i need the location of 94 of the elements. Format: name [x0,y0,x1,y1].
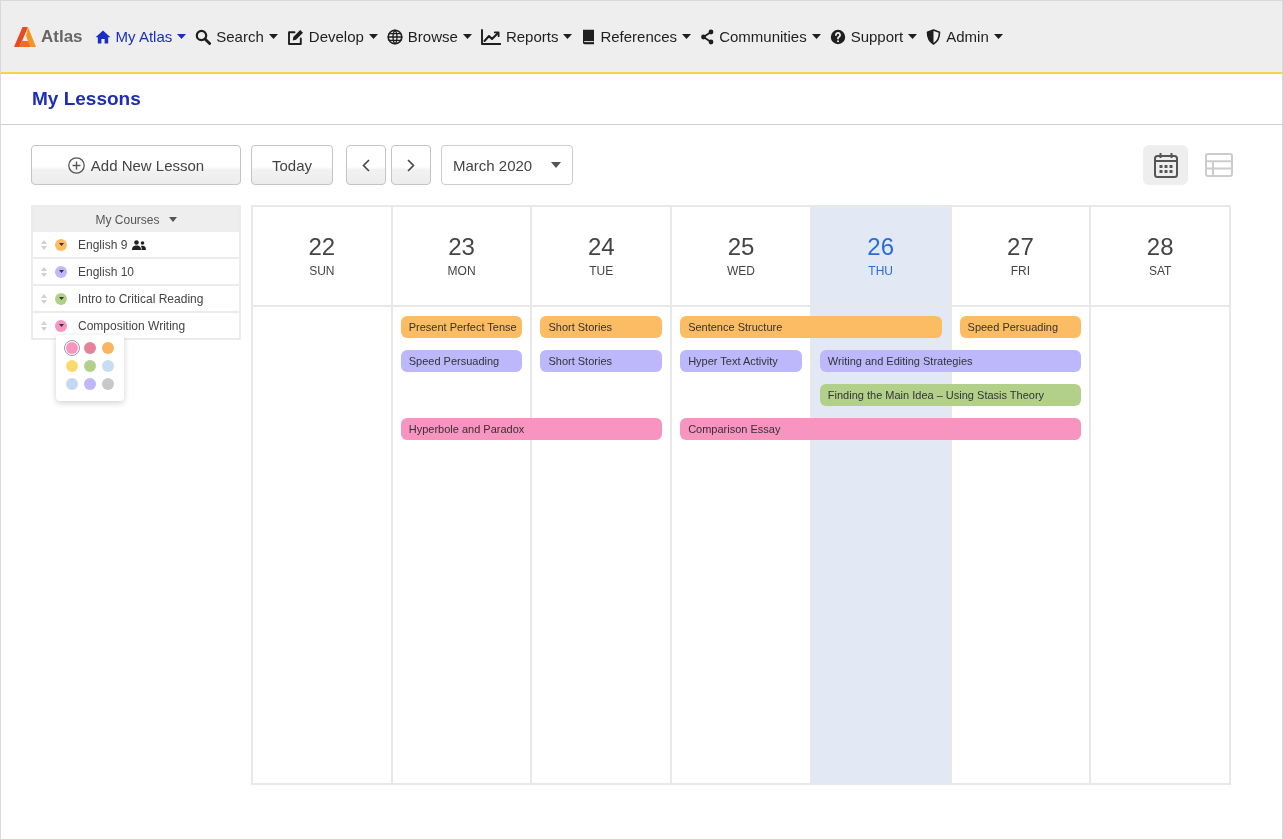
course-item[interactable]: Intro to Critical Reading [33,286,239,313]
lesson-event[interactable]: Hyper Text Activity [680,350,802,372]
logo-link[interactable]: Atlas [13,25,83,48]
page-title: My Lessons [32,88,141,110]
day-number: 26 [867,233,895,261]
lesson-event[interactable]: Present Perfect Tense [400,316,523,338]
help-icon [829,28,846,45]
color-swatch[interactable] [84,378,96,390]
nav-menu-button[interactable]: Communities [700,28,821,45]
logo-icon [13,25,37,48]
color-swatch[interactable] [64,340,80,356]
caret-icon [908,34,918,39]
color-dot-icon[interactable] [55,292,67,305]
nav-menu-button[interactable]: Reports [480,28,573,45]
lesson-event[interactable]: Writing and Editing Strategies [819,350,1082,372]
edit-icon [286,28,304,45]
course-name: Intro to Critical Reading [78,291,204,306]
calendar-icon [1153,152,1178,178]
drag-handle-icon[interactable] [41,320,47,331]
weekday-label: SAT [1148,264,1172,278]
today-button[interactable]: Today [251,145,333,185]
table-icon [1204,153,1233,177]
color-swatch[interactable] [66,378,78,390]
course-item[interactable]: English 10 [33,259,239,286]
day-number: 25 [727,233,755,261]
search-icon [195,28,212,45]
color-swatch[interactable] [102,360,114,372]
share-icon [700,28,715,45]
color-dot-icon[interactable] [55,238,67,251]
lesson-event[interactable]: Comparison Essay [680,418,1082,440]
day-number: 23 [448,233,475,261]
nav-menu-button[interactable]: Develop [286,28,378,45]
caret-icon [682,34,692,39]
color-swatch[interactable] [84,360,96,372]
lesson-event[interactable]: Short Stories [540,316,663,338]
nav-menu-button[interactable]: Admin [926,28,1003,45]
color-swatch[interactable] [102,378,114,390]
chevron-right-icon [407,158,415,172]
caret-icon [168,217,177,222]
caret-icon [368,34,378,39]
lesson-event[interactable]: Hyperbole and Paradox [400,418,663,440]
day-number: 22 [308,233,336,261]
nav-menu-button[interactable]: References [581,28,692,45]
shield-icon [926,28,942,45]
color-dot-icon[interactable] [55,265,67,278]
lesson-event[interactable]: Short Stories [540,350,663,372]
caret-icon [462,34,472,39]
drag-handle-icon[interactable] [41,293,47,304]
month-dropdown[interactable]: March 2020 [441,145,573,185]
weekday-label: THU [868,264,894,278]
caret-icon [993,34,1003,39]
caret-icon [268,34,278,39]
courses-dropdown[interactable]: My Courses [33,207,239,232]
color-dot-icon[interactable] [55,319,67,332]
course-name: English 10 [78,264,135,279]
weekday-label: TUE [589,264,614,278]
add-lesson-button[interactable]: Add New Lesson [31,145,241,185]
course-item[interactable]: English 9 [33,232,239,259]
caret-icon [177,34,187,39]
course-name: Composition Writing [78,318,186,333]
chevron-left-icon [362,158,370,172]
caret-icon [551,162,561,168]
day-number: 24 [587,233,615,261]
weekday-label: WED [727,264,755,278]
plus-circle-icon [67,156,85,174]
day-number: 28 [1146,233,1174,261]
course-name: English 9 [78,237,128,252]
nav-menu-button[interactable]: My Atlas [94,28,187,45]
weekday-label: SUN [309,264,335,278]
caret-icon [563,34,573,39]
lesson-event[interactable]: Speed Persuading [400,350,523,372]
weekday-label: FRI [1010,264,1031,278]
lesson-event[interactable]: Speed Persuading [959,316,1082,338]
book-icon [581,28,596,45]
globe-icon [386,28,403,45]
line-chart-icon [480,28,501,45]
weekday-label: MON [447,264,476,278]
color-swatch[interactable] [102,342,114,354]
color-swatch[interactable] [66,360,78,372]
day-number: 27 [1007,233,1034,261]
nav-menu-button[interactable]: Support [829,28,918,45]
calendar-view-button[interactable] [1143,145,1188,185]
nav-menu-button[interactable]: Browse [386,28,472,45]
lesson-event[interactable]: Sentence Structure [680,316,942,338]
color-swatch[interactable] [84,342,96,354]
next-button[interactable] [391,145,431,185]
lesson-event[interactable]: Finding the Main Idea – Using Stasis Theory [819,384,1082,406]
caret-icon [811,34,821,39]
previous-button[interactable] [346,145,386,185]
drag-handle-icon[interactable] [41,239,47,250]
drag-handle-icon[interactable] [41,266,47,277]
course-item[interactable]: Composition Writing [33,313,239,340]
nav-menu-button[interactable]: Search [195,28,278,45]
home-icon [94,28,111,45]
